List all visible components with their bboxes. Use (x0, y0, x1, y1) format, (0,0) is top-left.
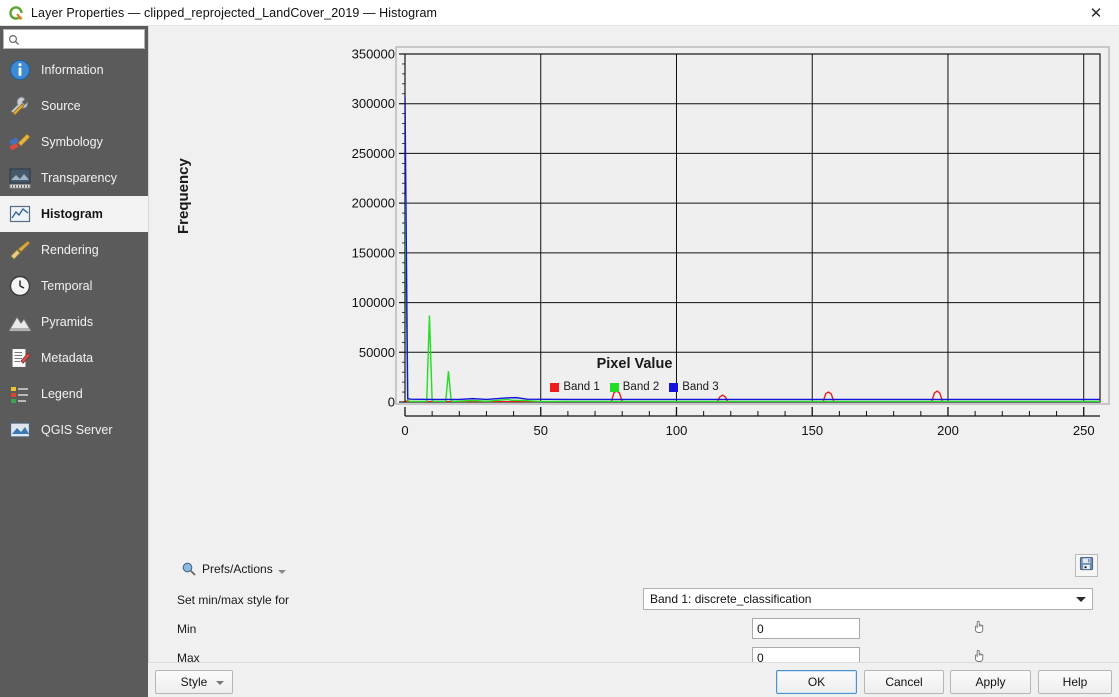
search-icon (8, 33, 20, 46)
svg-text:350000: 350000 (352, 47, 395, 62)
broom-icon (8, 238, 32, 262)
pyramids-icon (8, 310, 32, 334)
magnifier-icon (181, 561, 197, 577)
sidebar-item-symbology[interactable]: Symbology (0, 124, 148, 160)
sidebar-item-label: Temporal (41, 279, 93, 293)
svg-text:200: 200 (937, 423, 959, 438)
legend-item: Band 1 (550, 381, 600, 393)
layer-properties-dialog: Layer Properties — clipped_reprojected_L… (0, 0, 1119, 697)
qgis-logo-icon (8, 5, 24, 21)
sidebar-item-information[interactable]: Information (0, 52, 148, 88)
legend-swatch-band1 (550, 382, 560, 392)
legend-swatch-band3 (669, 382, 679, 392)
title-bar: Layer Properties — clipped_reprojected_L… (0, 0, 1119, 26)
legend-label: Band 3 (682, 381, 719, 393)
info-icon (8, 58, 32, 82)
min-label: Min (177, 622, 197, 636)
help-button[interactable]: Help (1038, 670, 1112, 694)
paintbrush-icon (8, 130, 32, 154)
sidebar-item-rendering[interactable]: Rendering (0, 232, 148, 268)
chevron-down-icon (1076, 596, 1086, 602)
wrench-icon (8, 94, 32, 118)
transparency-icon (8, 166, 32, 190)
search-box[interactable] (3, 29, 145, 49)
sidebar-item-qgis-server[interactable]: QGIS Server (0, 412, 148, 448)
sidebar-nav: Information Source Symbology Transparenc… (0, 52, 148, 448)
ok-button[interactable]: OK (776, 670, 857, 694)
svg-text:200000: 200000 (352, 196, 395, 211)
sidebar-item-label: Information (41, 63, 104, 77)
sidebar-item-metadata[interactable]: Metadata (0, 340, 148, 376)
sidebar-item-label: QGIS Server (41, 423, 113, 437)
minmax-form: Prefs/Actions Set min/max style for Band (149, 526, 1119, 668)
legend-icon (8, 382, 32, 406)
cancel-button[interactable]: Cancel (864, 670, 944, 694)
histogram-plot: Raster Histogram Frequency 0500001000001… (149, 26, 1119, 526)
legend-label: Band 1 (563, 381, 600, 393)
prefs-actions-label: Prefs/Actions (202, 562, 273, 576)
sidebar-item-label: Source (41, 99, 81, 113)
qgis-server-icon (8, 418, 32, 442)
dialog-footer: Style OK Cancel Apply Help (148, 662, 1119, 697)
apply-button[interactable]: Apply (950, 670, 1031, 694)
hand-pointer-icon[interactable] (971, 619, 989, 637)
sidebar-item-label: Transparency (41, 171, 117, 185)
save-button[interactable] (1075, 554, 1098, 577)
main-panel: Raster Histogram Frequency 0500001000001… (148, 26, 1119, 668)
sidebar-search (0, 26, 148, 52)
svg-text:150: 150 (801, 423, 823, 438)
window-title: Layer Properties — clipped_reprojected_L… (31, 5, 438, 20)
sidebar-item-temporal[interactable]: Temporal (0, 268, 148, 304)
chevron-down-icon (216, 681, 224, 685)
legend-label: Band 2 (622, 381, 660, 393)
chart-legend: Band 1 Band 2 Band 3 (149, 381, 1119, 393)
svg-text:150000: 150000 (352, 245, 395, 260)
svg-text:300000: 300000 (352, 96, 395, 111)
legend-item: Band 2 (609, 381, 660, 393)
sidebar-item-pyramids[interactable]: Pyramids (0, 304, 148, 340)
sidebar-item-label: Legend (41, 387, 83, 401)
floppy-disk-icon (1079, 556, 1094, 576)
chevron-down-icon (277, 570, 286, 574)
svg-text:100000: 100000 (352, 295, 395, 310)
sidebar-item-label: Pyramids (41, 315, 94, 329)
legend-swatch-band2 (609, 382, 619, 392)
sidebar-item-legend[interactable]: Legend (0, 376, 148, 412)
x-axis-label: Pixel Value (596, 356, 673, 372)
svg-text:250000: 250000 (352, 146, 395, 161)
legend-item: Band 3 (669, 381, 719, 393)
sidebar-item-label: Metadata (41, 351, 94, 365)
sidebar-item-source[interactable]: Source (0, 88, 148, 124)
band-select[interactable]: Band 1: discrete_classification (643, 588, 1093, 610)
svg-text:0: 0 (388, 395, 395, 410)
svg-text:250: 250 (1073, 423, 1095, 438)
prefs-actions-button[interactable]: Prefs/Actions (181, 561, 286, 577)
svg-text:100: 100 (666, 423, 688, 438)
svg-text:0: 0 (401, 423, 408, 438)
sidebar-item-label: Rendering (41, 243, 99, 257)
style-button-label: Style (180, 675, 208, 689)
clock-icon (8, 274, 32, 298)
histogram-icon (8, 202, 32, 226)
metadata-icon (8, 346, 32, 370)
sidebar: Information Source Symbology Transparenc… (0, 26, 148, 697)
band-select-value: Band 1: discrete_classification (650, 592, 812, 606)
set-minmax-label: Set min/max style for (177, 593, 290, 607)
sidebar-item-label: Histogram (41, 207, 103, 221)
search-input[interactable] (23, 31, 141, 47)
style-button[interactable]: Style (155, 670, 233, 694)
sidebar-item-histogram[interactable]: Histogram (0, 196, 148, 232)
sidebar-item-transparency[interactable]: Transparency (0, 160, 148, 196)
svg-text:50: 50 (534, 423, 548, 438)
min-input[interactable] (752, 618, 860, 639)
close-icon[interactable]: ✕ (1073, 0, 1119, 26)
sidebar-item-label: Symbology (41, 135, 103, 149)
